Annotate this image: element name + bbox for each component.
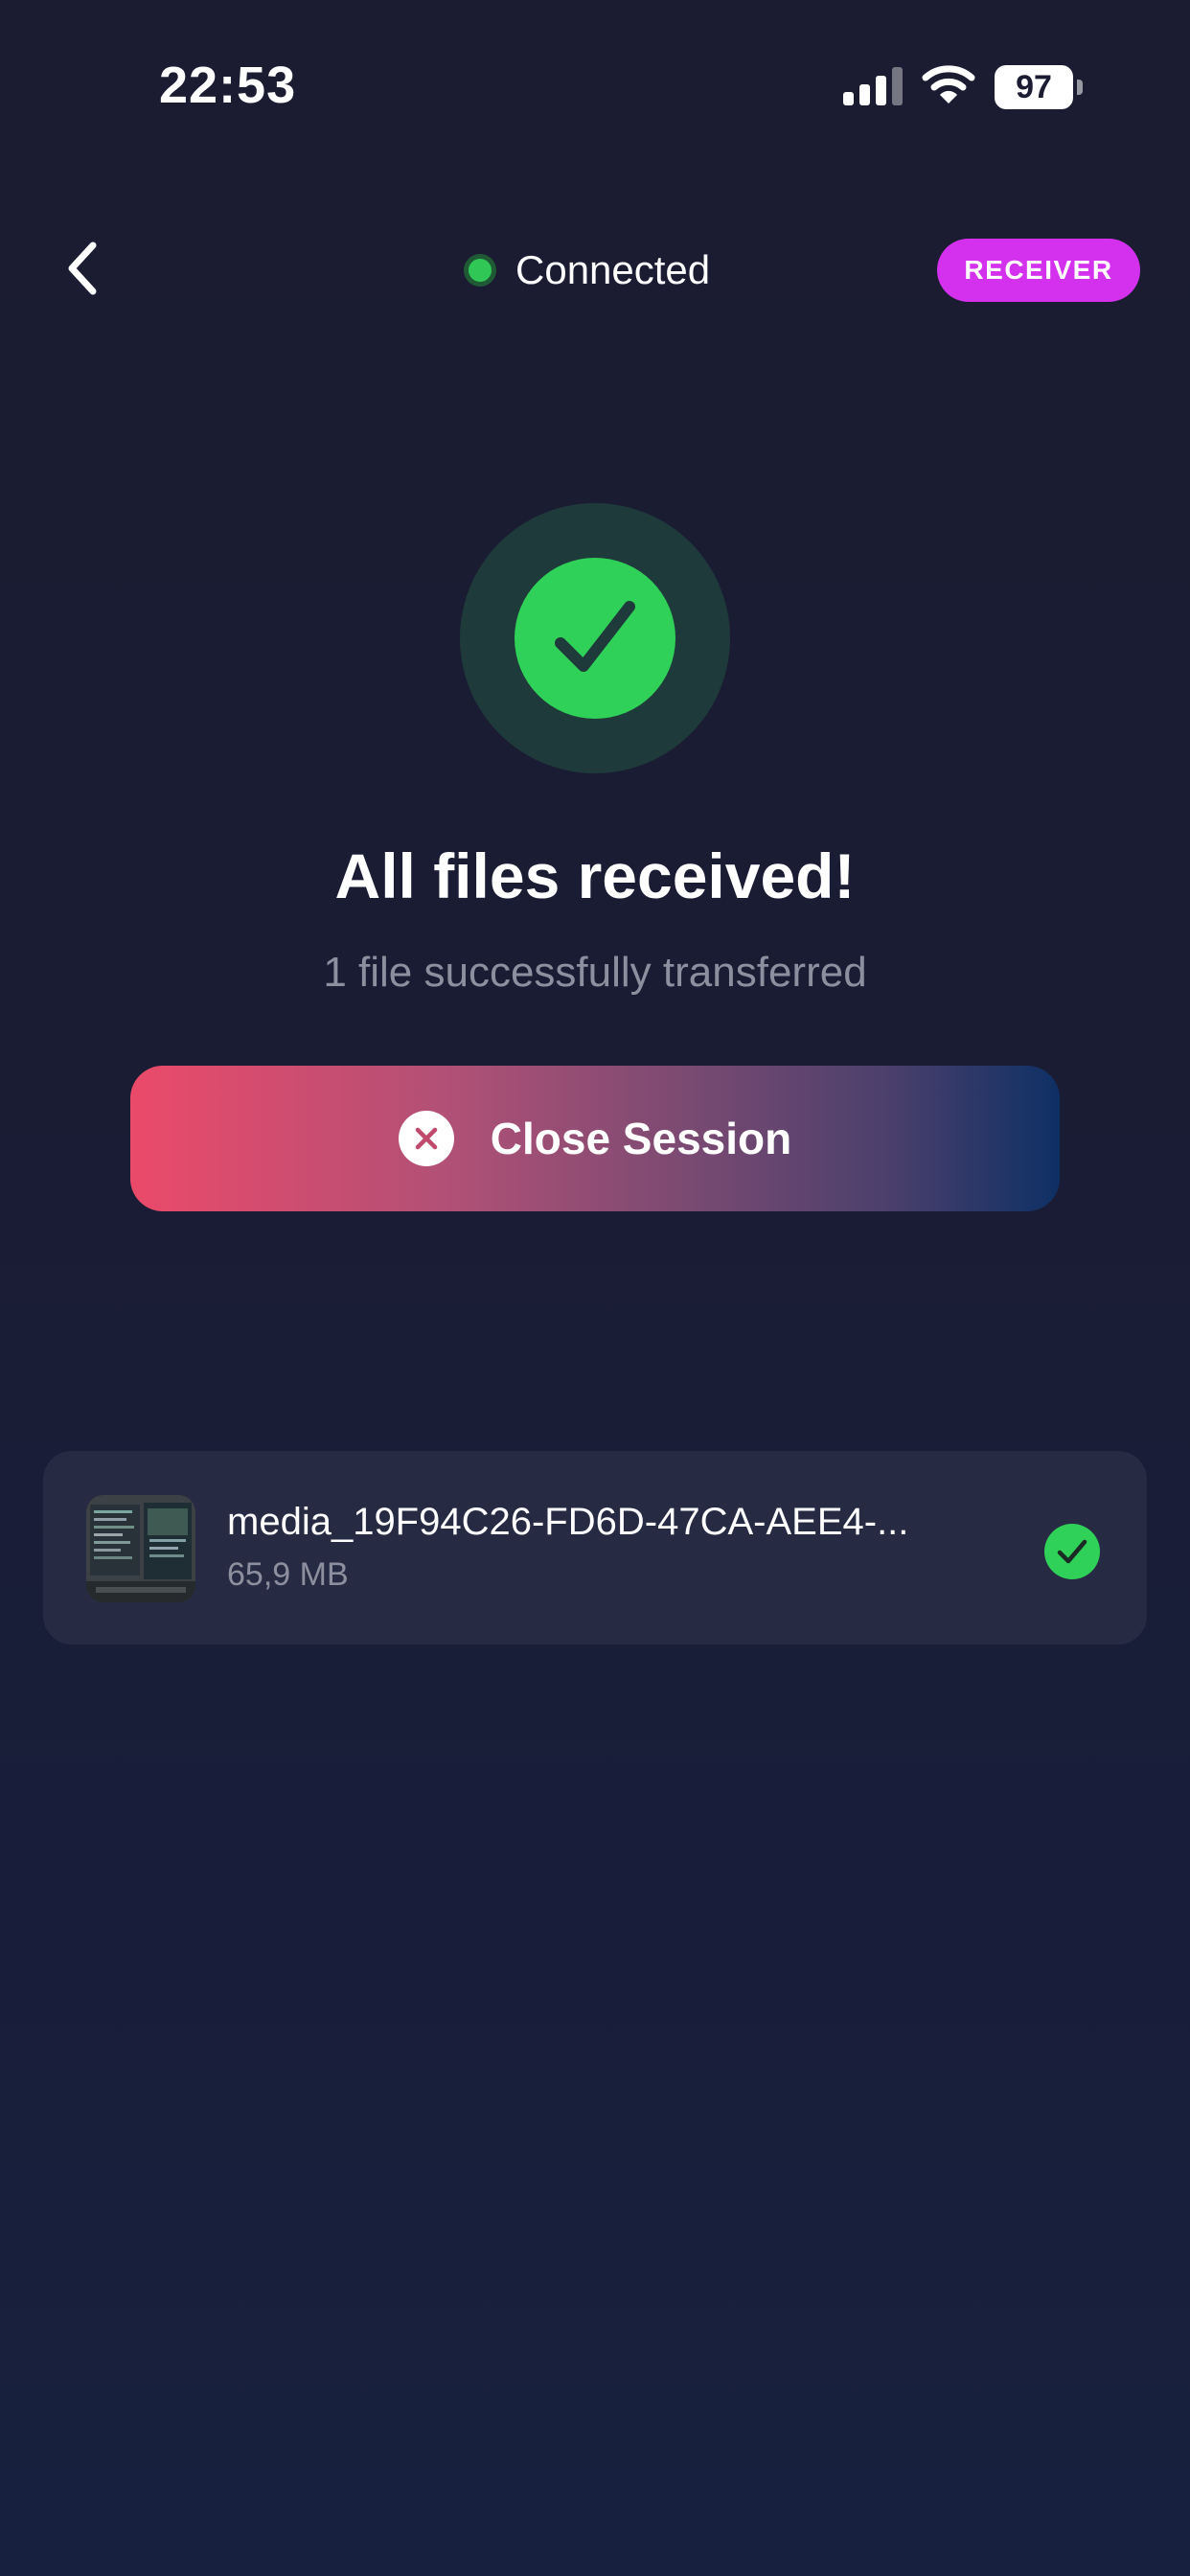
connection-label: Connected <box>515 247 711 292</box>
checkmark-icon <box>555 601 635 672</box>
battery-level: 97 <box>1016 69 1052 105</box>
close-circle-icon <box>398 1111 454 1166</box>
file-size: 65,9 MB <box>227 1556 349 1593</box>
list-item[interactable]: media_19F94C26-FD6D-47CA-AEE4-... 65,9 M… <box>43 1451 1147 1644</box>
back-button[interactable] <box>48 230 115 307</box>
page-title: All files received! <box>334 840 856 911</box>
connected-dot-icon <box>464 254 496 287</box>
success-indicator <box>515 558 675 719</box>
close-session-button[interactable]: Close Session <box>130 1066 1060 1211</box>
status-bar: 22:53 97 <box>0 0 1190 172</box>
role-badge: RECEIVER <box>937 239 1140 302</box>
transfer-summary: 1 file successfully transferred <box>323 949 867 996</box>
file-thumbnail <box>86 1495 195 1602</box>
file-name: media_19F94C26-FD6D-47CA-AEE4-... <box>227 1501 909 1543</box>
wifi-icon <box>922 65 975 104</box>
status-time: 22:53 <box>159 57 297 114</box>
connection-status: Connected <box>464 243 710 297</box>
close-session-label: Close Session <box>490 1114 792 1163</box>
chevron-left-icon <box>68 242 97 295</box>
battery-icon: 97 <box>995 65 1083 109</box>
cellular-signal-icon <box>843 67 903 105</box>
checkmark-circle-icon <box>1044 1524 1100 1579</box>
